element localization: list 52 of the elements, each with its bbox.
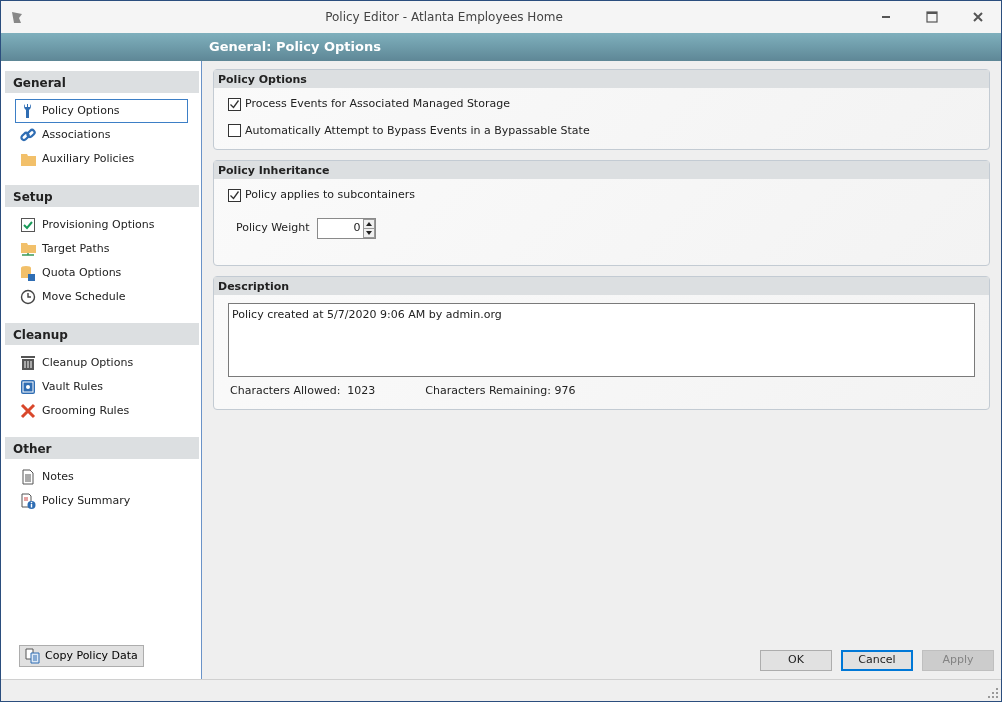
sidebar-item[interactable]: Provisioning Options [15,213,160,237]
sidebar-item[interactable]: Associations [15,123,116,147]
x-icon [20,403,36,419]
app-icon [9,9,25,25]
sidebar-item[interactable]: Notes [15,465,79,489]
window-title: Policy Editor - Atlanta Employees Home [324,9,564,26]
section-header: Setup [5,185,199,207]
number-spinner[interactable]: 0 [317,217,377,239]
section-header: Other [5,437,199,459]
panel-title: Policy Options [214,70,989,88]
remaining-count: Characters Remaining: 976 [425,382,576,399]
dialog-button[interactable]: OK [760,650,832,671]
spin-arrows-icon [363,218,376,238]
copy-button[interactable]: Copy Policy Data [19,644,144,667]
trash-icon [20,355,36,371]
checkbox-label: Policy applies to subcontainers [245,187,416,203]
sidebar-item[interactable]: Policy Options [15,99,188,123]
folder-icon [20,151,36,167]
safe-icon [20,379,36,395]
close-icon[interactable] [973,12,983,22]
folder-icon [20,241,36,257]
section-header: Cleanup [5,323,199,345]
document-info-icon [20,493,36,509]
sidebar-item[interactable]: Vault Rules [15,375,108,399]
clock-icon [20,289,36,305]
header-bar: General: Policy Options [1,33,1001,61]
database-icon [20,265,36,281]
link-icon [20,127,36,143]
checkbox[interactable] [228,97,241,111]
document-icon [20,469,36,485]
section-header: General [5,71,199,93]
dialog-button[interactable]: Cancel [841,650,913,671]
checkbox-label: Process Events for Associated Managed Storage [245,96,510,112]
sidebar-item[interactable]: Target Paths [15,237,115,261]
checkbox-icon [20,217,36,233]
checkbox[interactable] [228,188,241,202]
checkbox-label: Automatically Attempt to Bypass Events in a Bypassable State [245,122,590,139]
allowed-count: Characters Allowed: 1023 [230,382,376,399]
sidebar-item[interactable]: Quota Options [15,261,127,285]
documents-icon [25,647,41,664]
resize-grip-icon [988,688,998,698]
sidebar-item[interactable]: Move Schedule [15,285,131,309]
panel-title: Policy Inheritance [214,161,989,179]
sidebar-item[interactable]: Grooming Rules [15,399,135,423]
panel-title: Description [214,276,989,295]
sidebar-item[interactable]: Policy Summary [15,489,136,513]
field-label: Policy Weight [236,219,310,236]
maximize-icon[interactable] [926,11,938,23]
sidebar-item[interactable]: Auxiliary Policies [15,147,140,171]
sidebar-item[interactable]: Cleanup Options [15,351,139,375]
checkbox[interactable] [228,124,241,138]
description-field[interactable]: Policy created at 5/7/2020 9:06 AM by admin.org [228,302,975,377]
